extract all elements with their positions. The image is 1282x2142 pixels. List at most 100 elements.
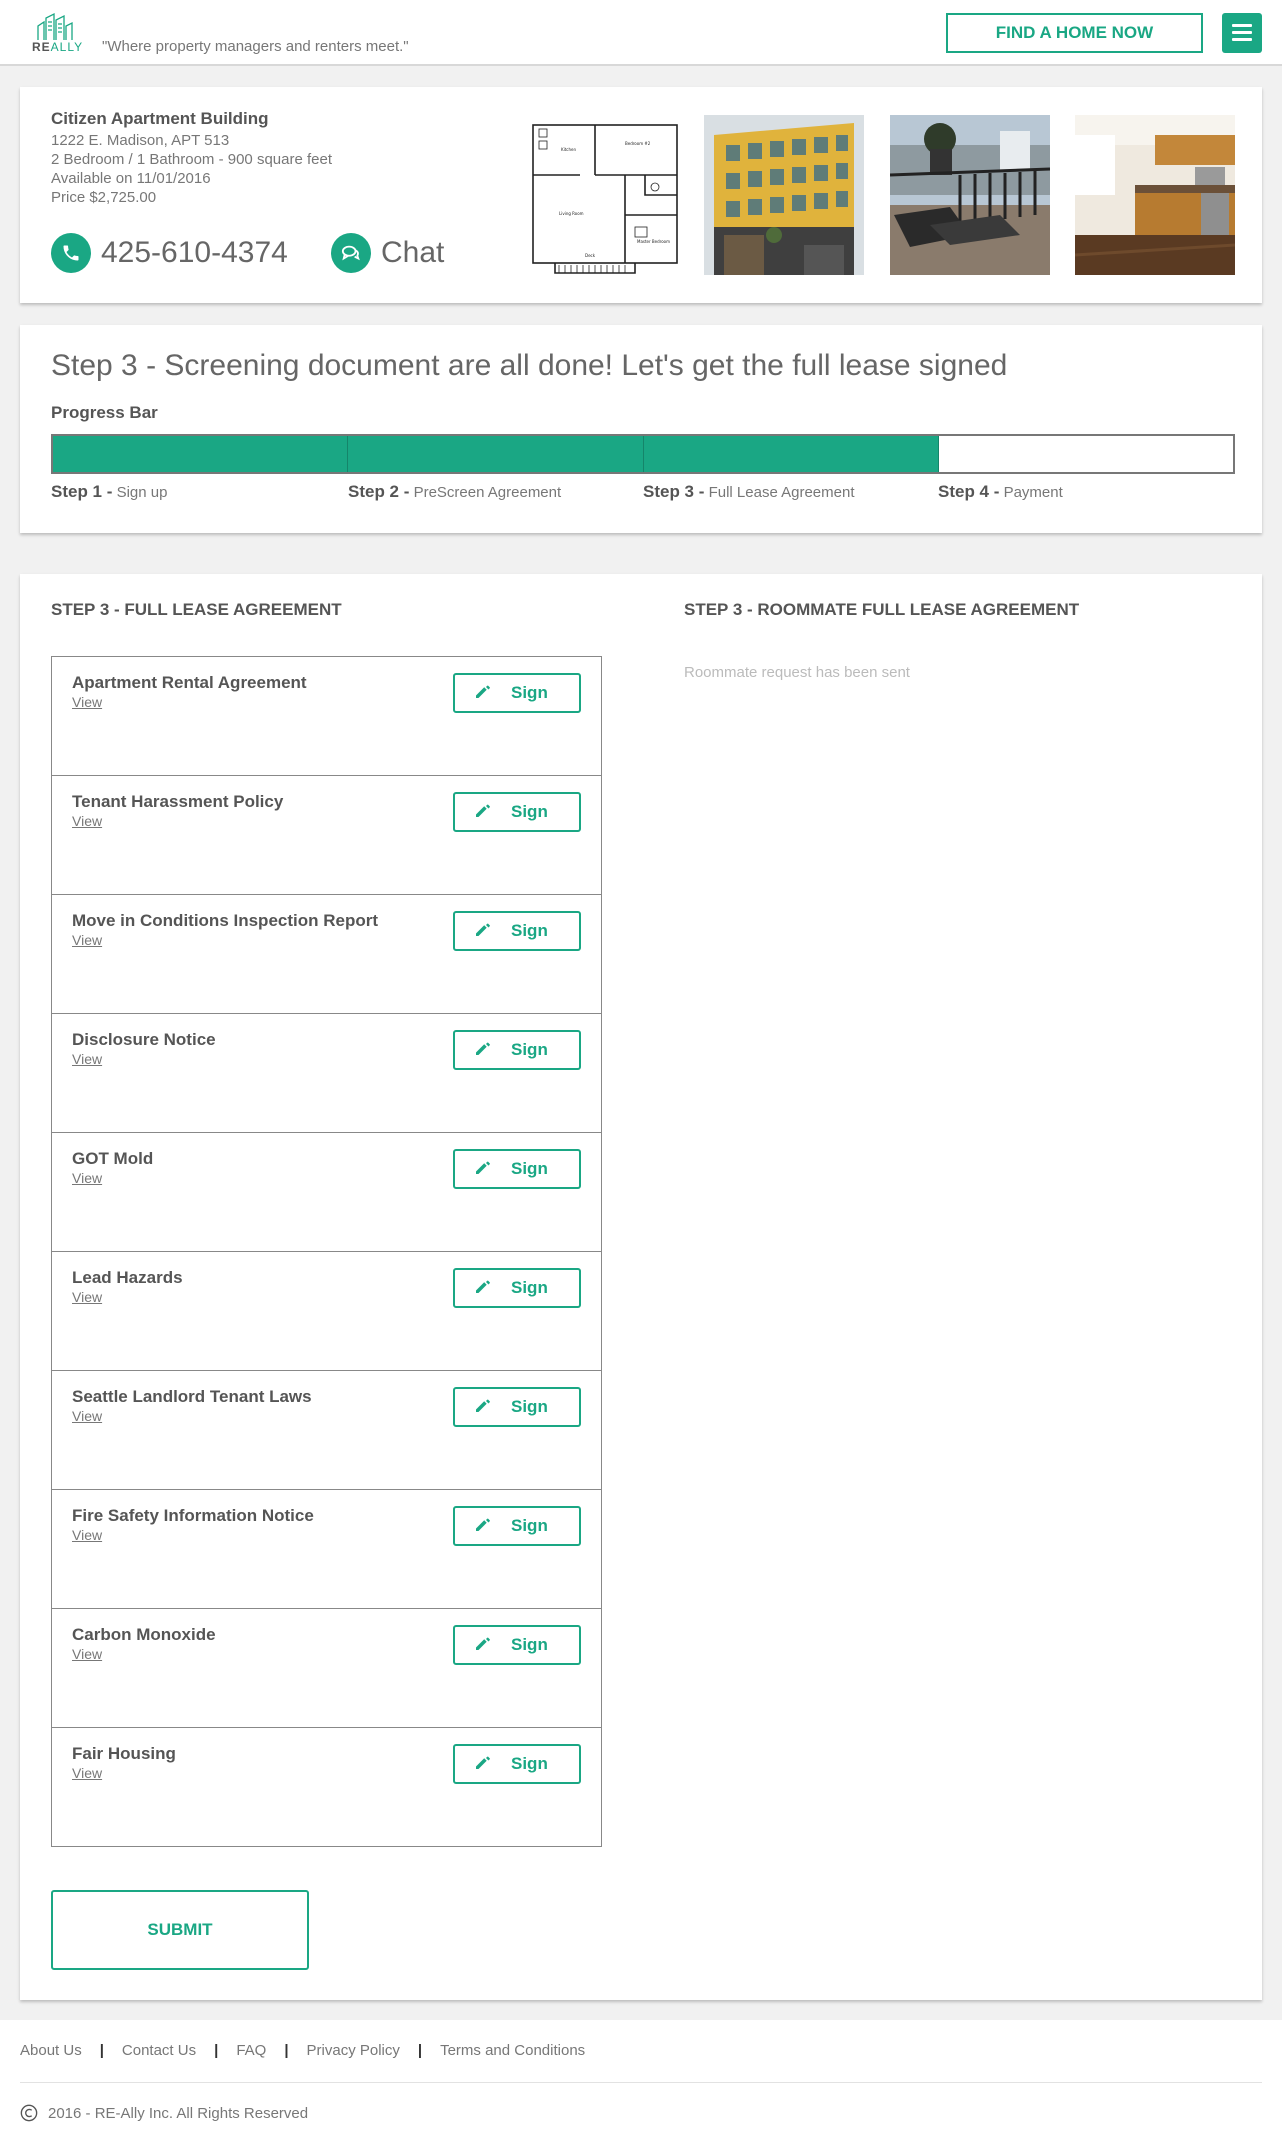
document-row: Lead Hazards View Sign xyxy=(52,1252,601,1371)
view-link[interactable]: View xyxy=(72,932,102,948)
sign-button[interactable]: Sign xyxy=(453,1744,581,1784)
site-header: REALLY "Where property managers and rent… xyxy=(0,0,1282,66)
copyright-icon xyxy=(20,2104,38,2122)
chat-icon xyxy=(331,233,371,273)
document-name: Seattle Landlord Tenant Laws xyxy=(72,1387,312,1406)
footer-faq-link[interactable]: FAQ xyxy=(236,2042,266,2059)
document-row: Fair Housing View Sign xyxy=(52,1728,601,1846)
pencil-icon xyxy=(455,1157,511,1182)
progress-segment-1 xyxy=(53,436,349,472)
progress-segment-2 xyxy=(348,436,644,472)
pencil-icon xyxy=(455,1514,511,1539)
footer-privacy-link[interactable]: Privacy Policy xyxy=(307,2042,400,2059)
sign-button[interactable]: Sign xyxy=(453,792,581,832)
sign-button[interactable]: Sign xyxy=(453,1149,581,1189)
property-address: 1222 E. Madison, APT 513 xyxy=(51,132,230,149)
chat-contact[interactable]: Chat xyxy=(331,233,444,273)
copyright: 2016 - RE-Ally Inc. All Rights Reserved xyxy=(20,2104,308,2122)
pencil-icon xyxy=(455,681,511,706)
document-list: Apartment Rental Agreement View Sign Tenant… xyxy=(51,656,602,1847)
floorplan-kitchen-label: Kitchen xyxy=(561,147,576,152)
pencil-icon xyxy=(455,800,511,825)
view-link[interactable]: View xyxy=(72,694,102,710)
step-4-label: Step 4 - Payment xyxy=(938,482,1063,501)
view-link[interactable]: View xyxy=(72,1527,102,1543)
document-row: Move in Conditions Inspection Report View… xyxy=(52,895,601,1014)
sign-button[interactable]: Sign xyxy=(453,911,581,951)
property-name: Citizen Apartment Building xyxy=(51,109,269,128)
menu-button[interactable] xyxy=(1222,13,1262,53)
progress-bar-label: Progress Bar xyxy=(51,403,158,422)
sign-label: Sign xyxy=(511,1159,548,1178)
view-link[interactable]: View xyxy=(72,1765,102,1781)
document-row: Fire Safety Information Notice View Sign xyxy=(52,1490,601,1609)
floorplan-bedroom2-label: Bedroom #2 xyxy=(625,141,651,146)
document-name: GOT Mold xyxy=(72,1149,154,1168)
find-home-button[interactable]: FIND A HOME NOW xyxy=(946,13,1203,53)
site-footer: About Us | Contact Us | FAQ | Privacy Po… xyxy=(0,2020,1282,2142)
floorplan-living-label: Living Room xyxy=(559,211,584,216)
document-row: Carbon Monoxide View Sign xyxy=(52,1609,601,1728)
document-name: Disclosure Notice xyxy=(72,1030,216,1049)
document-row: Apartment Rental Agreement View Sign xyxy=(52,657,601,776)
document-name: Carbon Monoxide xyxy=(72,1625,216,1644)
exterior-photo[interactable] xyxy=(704,115,864,275)
kitchen-photo[interactable] xyxy=(1075,115,1235,275)
floorplan-image[interactable]: Kitchen Bedroom #2 Living Room Master Be… xyxy=(525,115,685,275)
sign-button[interactable]: Sign xyxy=(453,1387,581,1427)
document-name: Move in Conditions Inspection Report xyxy=(72,911,378,930)
property-price: Price $2,725.00 xyxy=(51,189,157,206)
document-name: Tenant Harassment Policy xyxy=(72,792,284,811)
tagline: "Where property managers and renters mee… xyxy=(102,38,409,55)
step-3-label: Step 3 - Full Lease Agreement xyxy=(643,482,855,501)
footer-separator: | xyxy=(417,2042,423,2059)
pencil-icon xyxy=(455,919,511,944)
view-link[interactable]: View xyxy=(72,813,102,829)
footer-about-link[interactable]: About Us xyxy=(20,2042,82,2059)
view-link[interactable]: View xyxy=(72,1408,102,1424)
really-logo[interactable]: REALLY xyxy=(32,12,86,56)
sign-button[interactable]: Sign xyxy=(453,673,581,713)
chat-label: Chat xyxy=(381,236,445,269)
document-row: GOT Mold View Sign xyxy=(52,1133,601,1252)
view-link[interactable]: View xyxy=(72,1646,102,1662)
phone-contact[interactable]: 425-610-4374 xyxy=(51,233,288,273)
document-row: Tenant Harassment Policy View Sign xyxy=(52,776,601,895)
submit-button[interactable]: SUBMIT xyxy=(51,1890,309,1970)
pencil-icon xyxy=(455,1633,511,1658)
document-name: Lead Hazards xyxy=(72,1268,183,1287)
logo-text: REALLY xyxy=(32,40,84,54)
sign-button[interactable]: Sign xyxy=(453,1506,581,1546)
building-logo-icon xyxy=(37,12,73,40)
progress-card: Step 3 - Screening document are all done… xyxy=(20,325,1262,533)
progress-bar xyxy=(51,434,1235,474)
pencil-icon xyxy=(455,1752,511,1777)
view-link[interactable]: View xyxy=(72,1170,102,1186)
document-name: Fire Safety Information Notice xyxy=(72,1506,314,1525)
sign-label: Sign xyxy=(511,1397,548,1416)
sign-label: Sign xyxy=(511,802,548,821)
progress-segment-3 xyxy=(643,436,939,472)
sign-button[interactable]: Sign xyxy=(453,1625,581,1665)
documents-card: STEP 3 - FULL LEASE AGREEMENT STEP 3 - R… xyxy=(20,574,1262,2000)
progress-segment-4 xyxy=(939,436,1233,472)
floorplan-deck-label: Deck xyxy=(585,253,596,258)
sign-label: Sign xyxy=(511,1040,548,1059)
view-link[interactable]: View xyxy=(72,1051,102,1067)
footer-contact-link[interactable]: Contact Us xyxy=(122,2042,196,2059)
deck-photo[interactable] xyxy=(890,115,1050,275)
footer-divider xyxy=(20,2082,1262,2083)
floorplan-master-label: Master Bedroom xyxy=(637,239,670,244)
roommate-note: Roommate request has been sent xyxy=(684,664,910,681)
pencil-icon xyxy=(455,1276,511,1301)
sign-button[interactable]: Sign xyxy=(453,1268,581,1308)
footer-terms-link[interactable]: Terms and Conditions xyxy=(440,2042,585,2059)
property-details: 2 Bedroom / 1 Bathroom - 900 square feet xyxy=(51,151,332,168)
footer-separator: | xyxy=(214,2042,219,2059)
view-link[interactable]: View xyxy=(72,1289,102,1305)
footer-links: About Us | Contact Us | FAQ | Privacy Po… xyxy=(20,2042,585,2059)
sign-button[interactable]: Sign xyxy=(453,1030,581,1070)
pencil-icon xyxy=(455,1038,511,1063)
phone-number: 425-610-4374 xyxy=(101,236,288,269)
sign-label: Sign xyxy=(511,1635,548,1654)
